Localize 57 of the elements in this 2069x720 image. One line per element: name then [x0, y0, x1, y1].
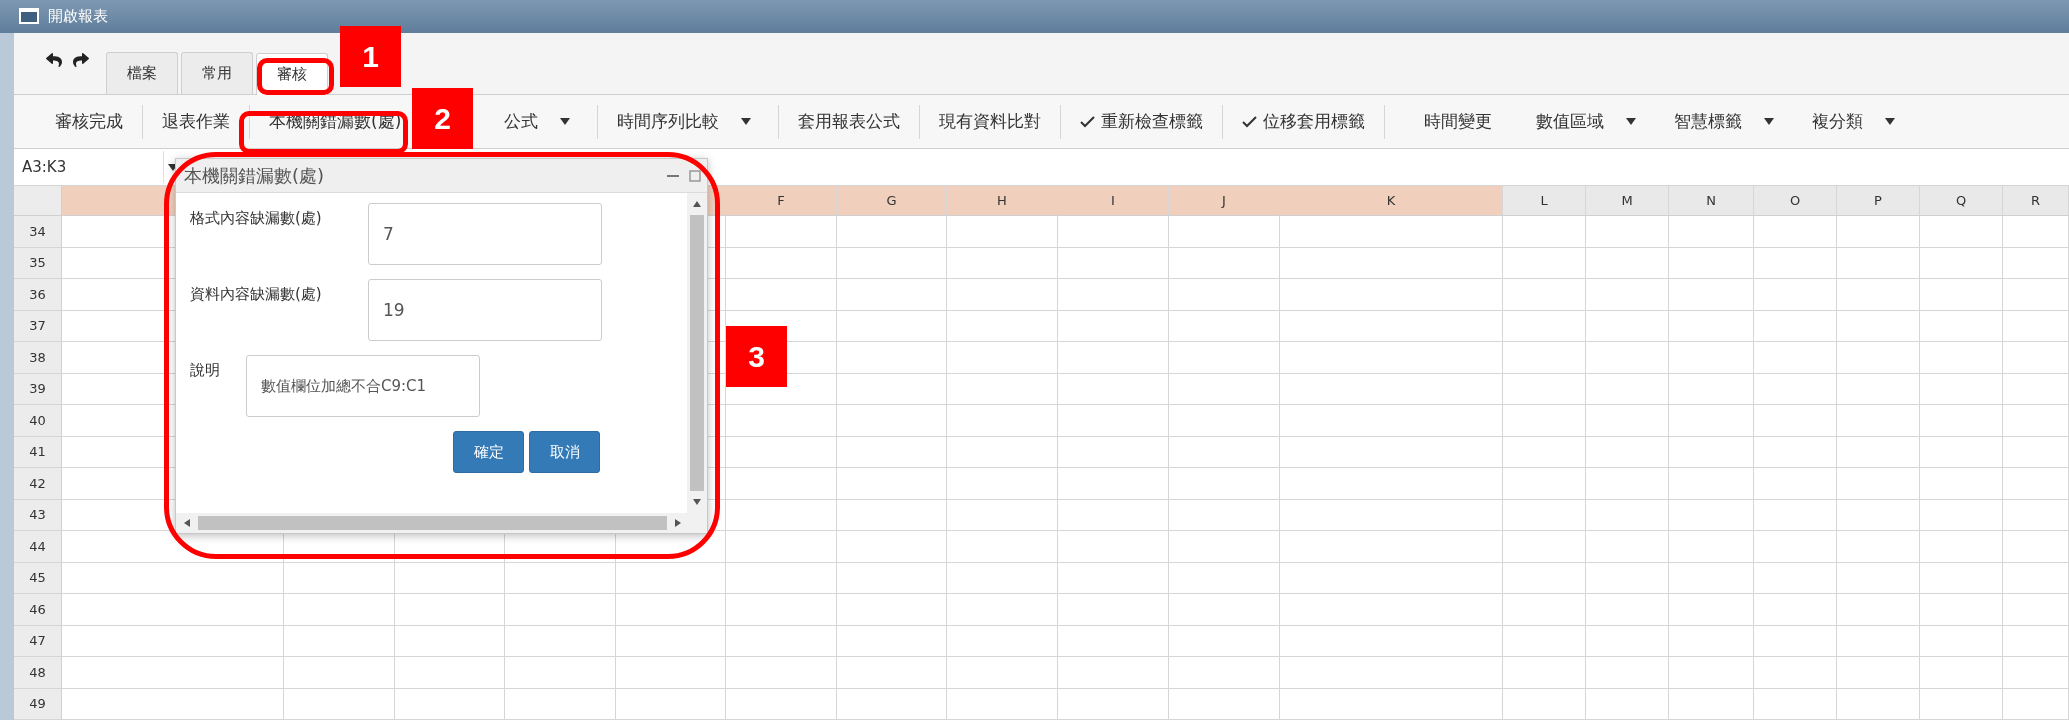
column-header[interactable]: Q — [1920, 186, 2003, 216]
name-box[interactable]: A3:K3 — [14, 151, 164, 184]
toolbar-button[interactable]: 重新檢查標籤 — [1067, 106, 1217, 138]
row-number[interactable]: 40 — [14, 405, 62, 437]
toolbar-button[interactable]: 退表作業 — [149, 106, 243, 138]
ribbon-tab[interactable]: 檔案 — [106, 51, 178, 94]
ribbon-tab[interactable]: 常用 — [181, 51, 253, 94]
cancel-button[interactable]: 取消 — [529, 431, 600, 473]
row-number[interactable]: 49 — [14, 688, 62, 720]
row-number[interactable]: 47 — [14, 625, 62, 657]
number-callout-tooltip: 1 — [340, 26, 401, 87]
row-number[interactable]: 36 — [14, 279, 62, 311]
dropdown-button[interactable]: 公式 — [491, 106, 584, 138]
column-header[interactable]: H — [947, 186, 1058, 216]
column-header[interactable]: G — [837, 186, 947, 216]
column-header[interactable]: I — [1058, 186, 1169, 216]
row-number[interactable]: 39 — [14, 373, 62, 405]
window-title: 開啟報表 — [48, 6, 108, 26]
column-header[interactable]: P — [1837, 186, 1920, 216]
number-callout-tooltip: 2 — [412, 88, 473, 149]
row-number[interactable]: 35 — [14, 247, 62, 279]
input-field[interactable]: 7 — [368, 203, 602, 265]
toolbar-button[interactable]: 現有資料比對 — [926, 106, 1055, 138]
row-number[interactable]: 38 — [14, 342, 62, 374]
toolbar-button[interactable]: 時間變更 — [1411, 106, 1506, 138]
column-header[interactable]: K — [1280, 186, 1503, 216]
toolbar-button[interactable]: 位移套用標籤 — [1229, 106, 1379, 138]
confirm-button[interactable]: 確定 — [453, 431, 524, 473]
row-number[interactable]: 44 — [14, 531, 62, 563]
input-field[interactable]: 數值欄位加總不合C9:C1 — [246, 355, 480, 417]
column-header[interactable]: J — [1169, 186, 1280, 216]
input-field[interactable]: 19 — [368, 279, 602, 341]
toolbar-button[interactable]: 審核完成 — [42, 106, 136, 138]
column-header[interactable]: L — [1503, 186, 1586, 216]
column-header[interactable]: R — [2003, 186, 2069, 216]
field-label: 說明 — [190, 360, 221, 380]
dropdown-button[interactable]: 時間序列比較 — [604, 106, 765, 138]
row-number[interactable]: 37 — [14, 310, 62, 342]
column-header[interactable]: M — [1586, 186, 1669, 216]
column-header[interactable]: N — [1669, 186, 1754, 216]
dropdown-button[interactable]: 數值區域 — [1523, 106, 1650, 138]
row-number[interactable]: 48 — [14, 657, 62, 689]
row-number[interactable]: 41 — [14, 436, 62, 468]
number-callout-tooltip: 3 — [726, 326, 787, 387]
field-label: 格式內容缺漏數(處) — [190, 208, 323, 228]
row-number[interactable]: 45 — [14, 562, 62, 594]
row-number[interactable]: 46 — [14, 594, 62, 626]
column-header[interactable]: O — [1754, 186, 1837, 216]
row-number[interactable]: 42 — [14, 468, 62, 500]
row-number[interactable]: 43 — [14, 499, 62, 531]
dropdown-button[interactable]: 複分類 — [1799, 106, 1909, 138]
toolbar-button[interactable]: 套用報表公式 — [785, 106, 914, 138]
row-number[interactable]: 34 — [14, 216, 62, 248]
column-header[interactable]: F — [726, 186, 837, 216]
dropdown-button[interactable]: 智慧標籤 — [1661, 106, 1788, 138]
field-label: 資料內容缺漏數(處) — [190, 284, 323, 304]
dialog-title: 本機關錯漏數(處) — [184, 163, 325, 188]
